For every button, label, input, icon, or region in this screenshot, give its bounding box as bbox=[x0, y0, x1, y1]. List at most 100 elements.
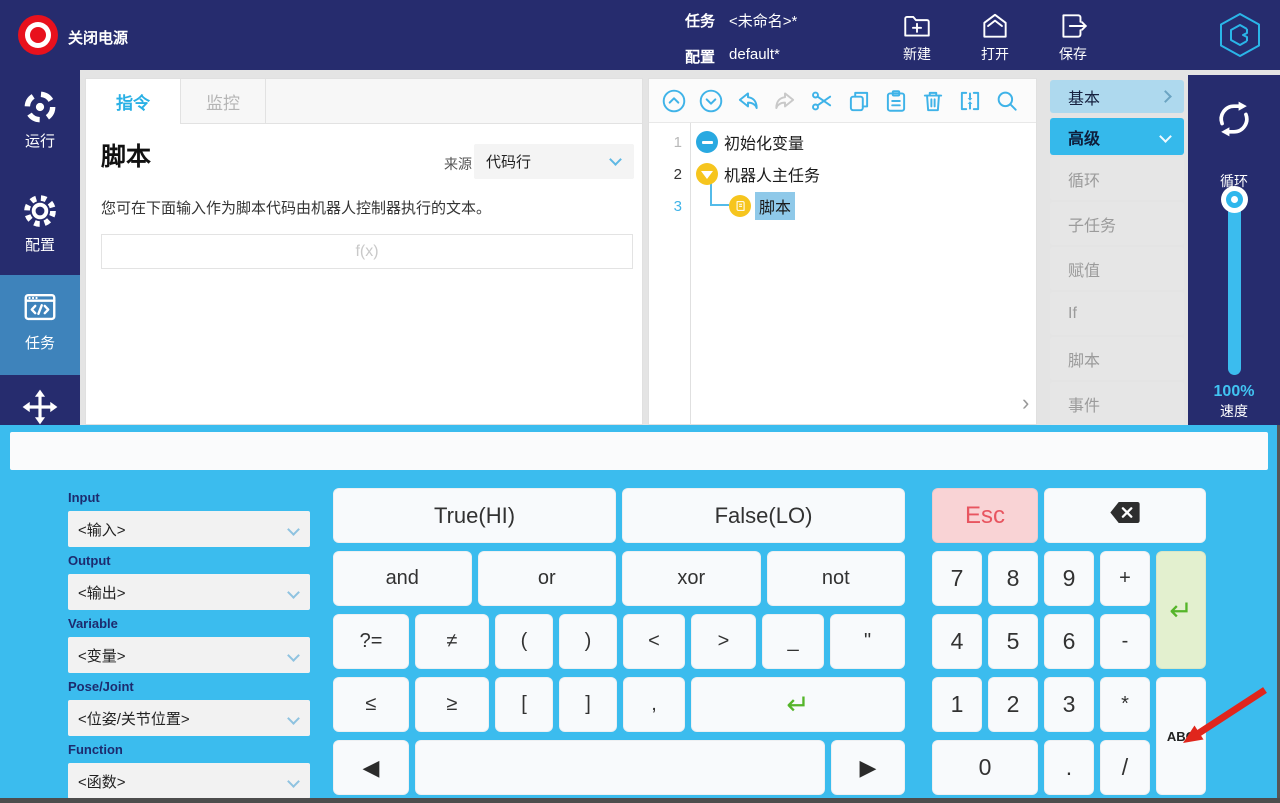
task-row: 任务 <未命名>* bbox=[685, 10, 797, 31]
key-not[interactable]: not bbox=[767, 551, 906, 606]
top-bar: 关闭电源 任务 <未命名>* 配置 default* 新建 bbox=[0, 0, 1280, 70]
key-bracket-open[interactable]: [ bbox=[495, 677, 553, 732]
key-or[interactable]: or bbox=[478, 551, 617, 606]
delete-icon[interactable] bbox=[920, 88, 946, 114]
palette-item-assignment[interactable]: 赋值 bbox=[1050, 247, 1184, 290]
expression-input[interactable]: f(x) bbox=[101, 234, 633, 269]
palette-item-if[interactable]: If bbox=[1050, 292, 1184, 335]
key-cursor-left[interactable]: ◀ bbox=[333, 740, 409, 795]
key-space[interactable] bbox=[415, 740, 825, 795]
open-task-button[interactable]: 打开 bbox=[963, 10, 1027, 64]
palette-group-basic[interactable]: 基本 bbox=[1050, 80, 1184, 113]
paste-icon[interactable] bbox=[883, 88, 909, 114]
key-backspace[interactable] bbox=[1044, 488, 1206, 543]
search-icon[interactable] bbox=[994, 88, 1020, 114]
sidebar-item-run[interactable]: 运行 bbox=[0, 88, 80, 151]
cut-icon[interactable] bbox=[809, 88, 835, 114]
key-0[interactable]: 0 bbox=[932, 740, 1038, 795]
collapse-icon[interactable] bbox=[957, 88, 983, 114]
palette-group-advanced[interactable]: 高级 bbox=[1050, 118, 1184, 155]
tab-monitor[interactable]: 监控 bbox=[181, 79, 266, 124]
key-abc-switch[interactable]: ABC bbox=[1156, 677, 1206, 795]
new-task-button[interactable]: 新建 bbox=[885, 10, 949, 64]
chevron-down-icon bbox=[287, 523, 300, 536]
undo-icon[interactable] bbox=[735, 88, 761, 114]
key-plus[interactable]: + bbox=[1100, 551, 1150, 606]
tree-row-script[interactable]: 3 脚本 bbox=[649, 190, 1036, 222]
keyboard-text-input[interactable] bbox=[10, 432, 1268, 470]
palette-item-loop[interactable]: 循环 bbox=[1050, 157, 1184, 200]
key-greater-than[interactable]: > bbox=[691, 614, 756, 669]
key-slash[interactable]: / bbox=[1100, 740, 1150, 795]
panel-collapse-chevron[interactable]: › bbox=[1022, 390, 1029, 416]
palette-item-script[interactable]: 脚本 bbox=[1050, 337, 1184, 380]
init-variables-icon bbox=[696, 131, 718, 153]
sidebar-item-move[interactable] bbox=[0, 388, 80, 426]
key-1[interactable]: 1 bbox=[932, 677, 982, 732]
key-quote[interactable]: " bbox=[830, 614, 905, 669]
key-minus[interactable]: - bbox=[1100, 614, 1150, 669]
key-underscore[interactable]: _ bbox=[762, 614, 824, 669]
posejoint-select-value: <位姿/关节位置> bbox=[78, 708, 190, 729]
copy-icon[interactable] bbox=[846, 88, 872, 114]
key-esc[interactable]: Esc bbox=[932, 488, 1038, 543]
function-select[interactable]: <函数> bbox=[68, 763, 310, 799]
window-bottom-edge bbox=[0, 798, 1280, 803]
input-select[interactable]: <输入> bbox=[68, 511, 310, 547]
key-4[interactable]: 4 bbox=[932, 614, 982, 669]
key-7[interactable]: 7 bbox=[932, 551, 982, 606]
palette-item-event[interactable]: 事件 bbox=[1050, 382, 1184, 425]
key-cursor-right[interactable]: ▶ bbox=[831, 740, 905, 795]
tree-row-init-variables[interactable]: 1 初始化变量 bbox=[649, 126, 1036, 158]
loop-mode-icon[interactable] bbox=[1212, 97, 1256, 146]
key-paren-close[interactable]: ) bbox=[559, 614, 617, 669]
tree-row-main-task[interactable]: 2 机器人主任务 bbox=[649, 158, 1036, 190]
move-down-icon[interactable] bbox=[698, 88, 724, 114]
key-2[interactable]: 2 bbox=[988, 677, 1038, 732]
save-task-button[interactable]: 保存 bbox=[1041, 10, 1105, 64]
expand-node-icon[interactable] bbox=[696, 163, 718, 185]
palette-item-subtask[interactable]: 子任务 bbox=[1050, 202, 1184, 245]
key-paren-open[interactable]: ( bbox=[495, 614, 553, 669]
key-less-than[interactable]: < bbox=[623, 614, 685, 669]
key-5[interactable]: 5 bbox=[988, 614, 1038, 669]
key-bracket-close[interactable]: ] bbox=[559, 677, 617, 732]
sidebar-item-task[interactable]: 任务 bbox=[0, 288, 80, 353]
speed-slider-track[interactable] bbox=[1228, 195, 1241, 375]
key-false-lo[interactable]: False(LO) bbox=[622, 488, 905, 543]
speed-slider-knob[interactable] bbox=[1221, 186, 1248, 213]
move-up-icon[interactable] bbox=[661, 88, 687, 114]
key-8[interactable]: 8 bbox=[988, 551, 1038, 606]
key-xor[interactable]: xor bbox=[622, 551, 761, 606]
key-enter-main[interactable]: ↵ bbox=[691, 677, 905, 732]
tree-row-label: 机器人主任务 bbox=[724, 162, 820, 186]
posejoint-select[interactable]: <位姿/关节位置> bbox=[68, 700, 310, 736]
speed-percent: 100% bbox=[1188, 383, 1280, 401]
power-button[interactable] bbox=[18, 15, 58, 55]
tab-instruction[interactable]: 指令 bbox=[86, 79, 181, 124]
key-dot[interactable]: . bbox=[1044, 740, 1094, 795]
config-label: 配置 bbox=[685, 46, 715, 67]
key-and[interactable]: and bbox=[333, 551, 472, 606]
key-true-hi[interactable]: True(HI) bbox=[333, 488, 616, 543]
key-9[interactable]: 9 bbox=[1044, 551, 1094, 606]
key-6[interactable]: 6 bbox=[1044, 614, 1094, 669]
posejoint-select-field: Pose/Joint <位姿/关节位置> bbox=[68, 679, 310, 736]
redo-icon[interactable] bbox=[772, 88, 798, 114]
key-asterisk[interactable]: * bbox=[1100, 677, 1150, 732]
chevron-down-icon bbox=[609, 153, 622, 166]
open-task-label: 打开 bbox=[963, 44, 1027, 64]
key-enter-numpad[interactable]: ↵ bbox=[1156, 551, 1206, 669]
key-less-equal[interactable]: ≤ bbox=[333, 677, 409, 732]
sidebar-item-configure[interactable]: 配置 bbox=[0, 192, 80, 255]
key-3[interactable]: 3 bbox=[1044, 677, 1094, 732]
tree-row-label: 初始化变量 bbox=[724, 130, 804, 154]
key-not-equal[interactable]: ≠ bbox=[415, 614, 489, 669]
key-comma[interactable]: , bbox=[623, 677, 685, 732]
source-select[interactable]: 代码行 bbox=[474, 144, 634, 179]
output-select[interactable]: <输出> bbox=[68, 574, 310, 610]
variable-select[interactable]: <变量> bbox=[68, 637, 310, 673]
key-assign[interactable]: ?= bbox=[333, 614, 409, 669]
key-greater-equal[interactable]: ≥ bbox=[415, 677, 489, 732]
instruction-panel: 指令 监控 脚本 来源 代码行 您可在下面输入作为脚本代码由机器人控制器执行的文… bbox=[85, 78, 643, 425]
